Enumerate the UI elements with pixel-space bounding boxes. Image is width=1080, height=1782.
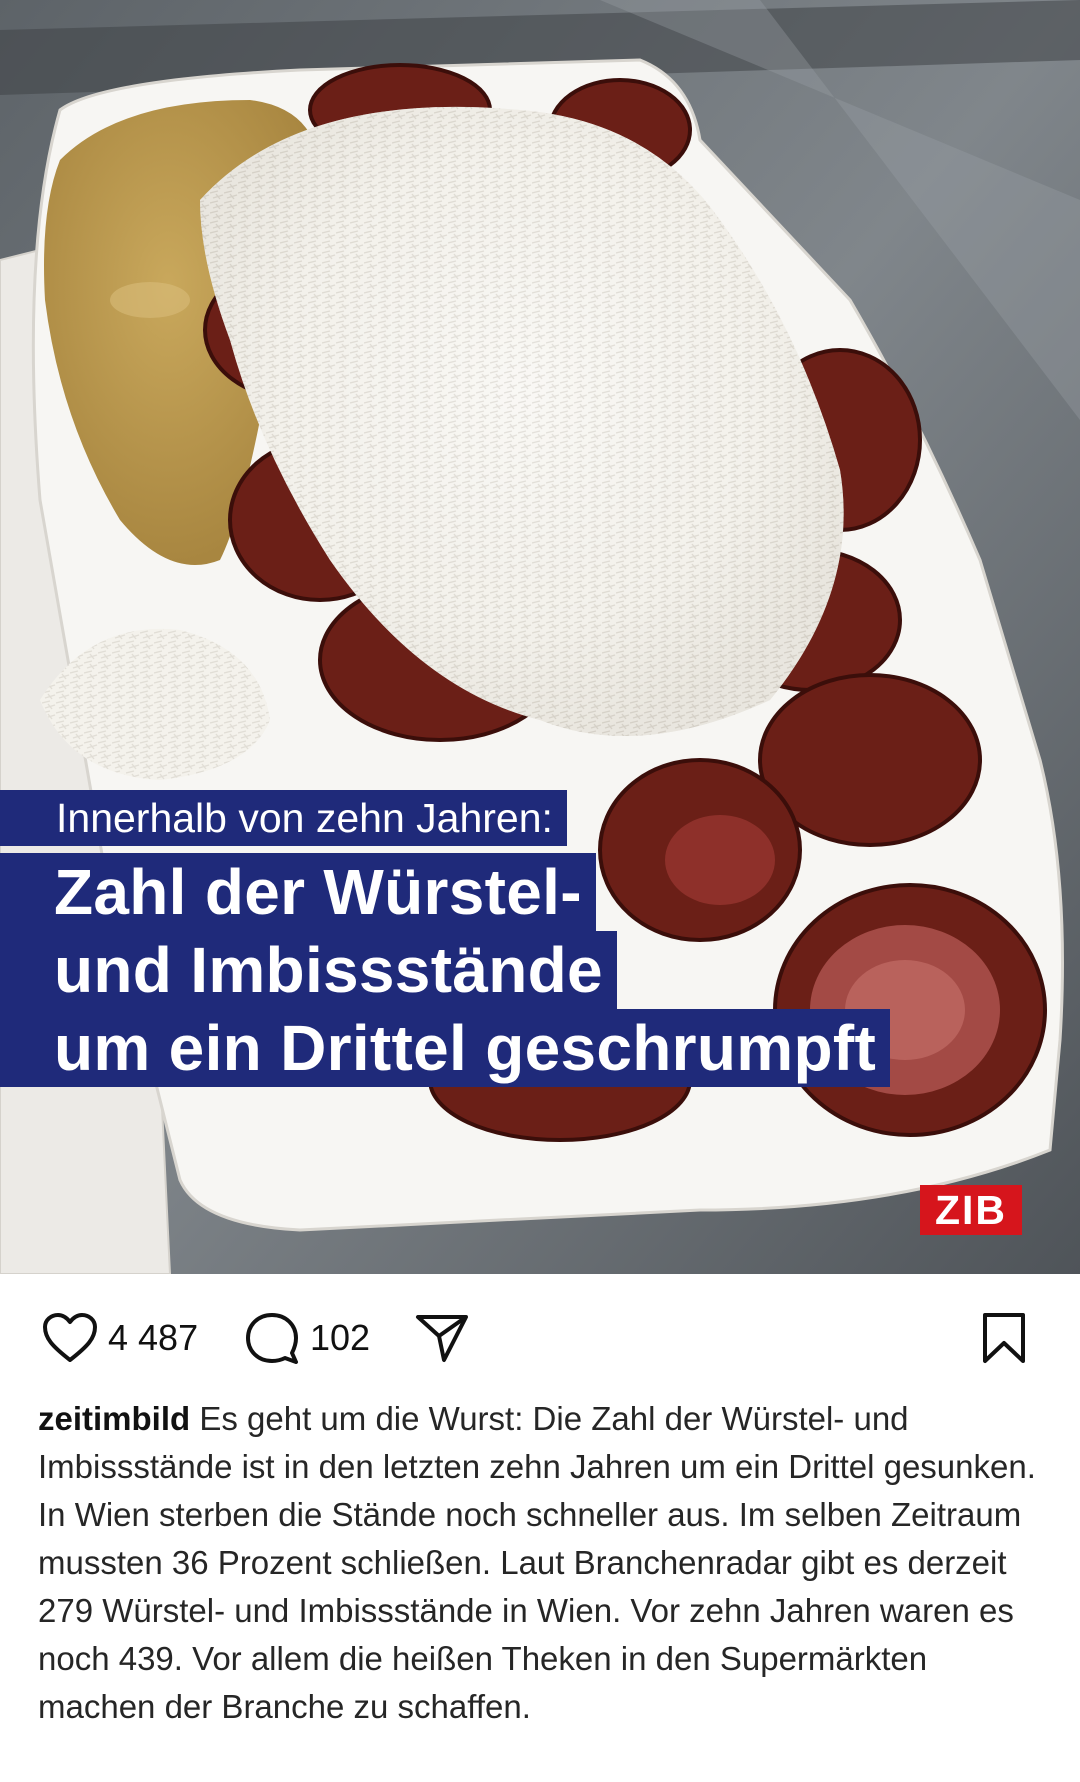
heart-icon	[43, 1313, 97, 1362]
send-icon	[416, 1315, 468, 1362]
bookmark-icon	[983, 1313, 1025, 1363]
image-overlay-kicker: Innerhalb von zehn Jahren:	[0, 790, 567, 846]
comment-count: 102	[310, 1317, 371, 1358]
post-image[interactable]: Innerhalb von zehn Jahren: Zahl der Würs…	[0, 0, 1080, 1274]
caption-text: Es geht um die Wurst: Die Zahl der Würst…	[38, 1400, 1036, 1725]
headline-line: um ein Drittel geschrumpft	[0, 1009, 891, 1087]
share-button[interactable]	[414, 1310, 470, 1366]
like-count: 4 487	[108, 1317, 199, 1358]
zib-logo: ZIB	[920, 1185, 1022, 1235]
image-overlay-headline: Zahl der Würstel- und Imbissstände um ei…	[0, 853, 1080, 1087]
headline-line: und Imbissstände	[0, 931, 617, 1009]
post-caption: zeitimbild Es geht um die Wurst: Die Zah…	[38, 1395, 1048, 1731]
like-button[interactable]: 4 487	[42, 1310, 198, 1366]
post-action-bar: 4 487 102	[0, 1274, 1080, 1398]
comment-button[interactable]: 102	[244, 1310, 370, 1366]
save-button[interactable]	[980, 1310, 1028, 1366]
headline-line: Zahl der Würstel-	[0, 853, 596, 931]
comment-bubble-icon	[246, 1313, 298, 1364]
caption-username[interactable]: zeitimbild	[38, 1400, 190, 1437]
instagram-post: Innerhalb von zehn Jahren: Zahl der Würs…	[0, 0, 1080, 1782]
